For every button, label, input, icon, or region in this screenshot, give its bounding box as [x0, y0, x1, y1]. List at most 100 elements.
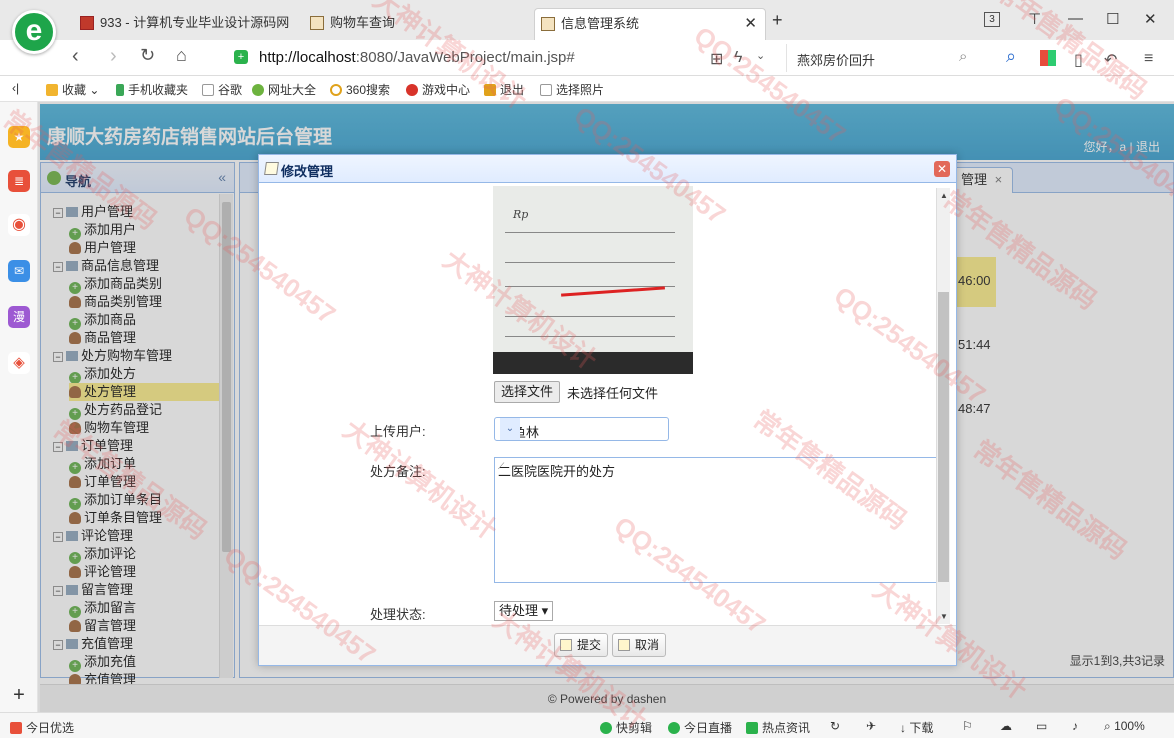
edit-icon [560, 639, 572, 651]
gamepad-icon[interactable]: ◈ [8, 352, 30, 374]
volume-icon[interactable]: ♪ [1072, 719, 1078, 733]
bookmark-favorites[interactable]: 收藏 ⌄ [46, 81, 99, 98]
mail-icon[interactable]: ✉ [8, 260, 30, 282]
browser-tab-active[interactable]: 信息管理系统 ✕ [534, 8, 766, 40]
reload-icon[interactable]: ↻ [140, 45, 155, 66]
status-label: 处理状态: [370, 607, 426, 622]
zoom-icon: ⌕ [1104, 719, 1115, 733]
bookmark-games[interactable]: 游戏中心 [406, 81, 470, 98]
chevron-down-icon[interactable]: ⌄ [756, 49, 765, 62]
status-select[interactable]: 待处理 ▾ [494, 601, 554, 621]
play-icon [600, 722, 612, 734]
prescription-red-mark [561, 286, 665, 297]
tablet-icon[interactable]: ▯ [1074, 50, 1083, 70]
bookmark-google[interactable]: 谷歌 [202, 81, 242, 98]
tab-label: 933 - 计算机专业毕业设计源码网 [100, 15, 290, 30]
status-item-live[interactable]: 今日直播 [668, 719, 732, 736]
dialog-body: Rp 选择文件 未选择任何文件 上传用户: 双鱼林 ⌄ 处方备注: 二医院医院开… [264, 184, 952, 624]
site-favicon-icon [541, 17, 555, 31]
choose-file-button[interactable]: 选择文件 [494, 381, 561, 403]
status-item-news[interactable]: 热点资讯 [746, 719, 810, 736]
browser-logo-icon[interactable]: e [12, 10, 56, 54]
close-tab-icon[interactable]: ✕ [744, 9, 757, 39]
flag-icon[interactable]: ⚐ [962, 719, 973, 733]
lightning-icon[interactable]: ϟ [734, 49, 742, 67]
cloud-icon[interactable]: ☁ [1000, 719, 1012, 733]
secure-shield-icon: + [234, 50, 248, 64]
browser-tab-bar: 933 - 计算机专业毕业设计源码网 购物车查询 信息管理系统 ✕ + 3 ⊤ … [0, 0, 1174, 40]
forward-icon[interactable]: › [110, 45, 117, 68]
url-text: http://localhost:8080/JavaWebProject/mai… [259, 49, 575, 66]
home-icon[interactable]: ⌂ [176, 45, 187, 66]
tab-count-badge[interactable]: 3 [984, 12, 1000, 27]
download-icon: ↓ [900, 721, 910, 735]
note-textarea[interactable]: 二医院医院开的处方 ⟋ [494, 457, 938, 583]
note-label: 处方备注: [370, 464, 426, 479]
scroll-up-icon[interactable]: ▲ [940, 191, 948, 200]
site-favicon-icon [310, 16, 324, 30]
gift-icon [10, 722, 22, 734]
star-icon [46, 84, 58, 96]
qr-icon[interactable]: ⊞ [710, 49, 723, 69]
cancel-button[interactable]: 取消 [612, 633, 667, 657]
chevron-down-icon[interactable]: ⌄ [500, 418, 520, 440]
add-icon[interactable]: + [8, 684, 30, 706]
bookmark-360[interactable]: 360搜索 [330, 81, 390, 98]
maximize-icon[interactable]: ☐ [1106, 10, 1119, 28]
new-tab-icon[interactable]: + [772, 10, 783, 31]
live-icon [668, 722, 680, 734]
search-icon[interactable]: ⌕ [959, 48, 967, 65]
undo-icon[interactable]: ↶ [1104, 50, 1117, 70]
bookmark-mobile[interactable]: 手机收藏夹 [116, 81, 188, 98]
ring-icon [330, 84, 342, 96]
dialog-title: 修改管理 [281, 164, 334, 179]
news-icon[interactable]: ≣ [8, 170, 30, 192]
exit-icon [484, 84, 496, 96]
dialog-close-icon[interactable]: ✕ [934, 161, 950, 177]
favorites-star-icon[interactable]: ★ [8, 126, 30, 148]
prescription-image: Rp [493, 186, 693, 374]
weibo-icon[interactable]: ◉ [8, 214, 30, 236]
browser-status-bar: 今日优选 快剪辑 今日直播 热点资讯 ↻ ✈ ↓ 下载 ⚐ ☁ ▭ ♪ ⌕ 10… [0, 712, 1174, 738]
bookmark-photos[interactable]: 选择照片 [540, 81, 604, 98]
window-close-icon[interactable]: ✕ [1144, 10, 1157, 28]
menu-icon[interactable]: ≡ [1144, 50, 1153, 68]
game-icon [406, 84, 418, 96]
upload-user-label: 上传用户: [370, 424, 426, 439]
search-input[interactable]: 燕郊房价回升 ⌕ [786, 44, 986, 72]
undo-icon [618, 639, 630, 651]
status-item-download[interactable]: ↓ 下载 [900, 719, 933, 736]
search-text: 燕郊房价回升 [797, 53, 876, 68]
browser-sidebar: ★ ≣ ◉ ✉ 漫 ◈ + [0, 102, 38, 712]
shirt-icon[interactable]: ⊤ [1028, 10, 1041, 28]
submit-button[interactable]: 提交 [554, 633, 609, 657]
bookmark-exit[interactable]: 退出 [484, 81, 524, 98]
prescription-handwriting: Rp [513, 208, 529, 221]
bookmark-hao[interactable]: 网址大全 [252, 81, 316, 98]
page-icon [540, 84, 552, 96]
refresh-icon[interactable]: ↻ [830, 719, 840, 733]
screen-icon[interactable]: ▭ [1036, 719, 1047, 733]
file-status-text: 未选择任何文件 [567, 386, 659, 401]
pin-icon[interactable]: ✈ [866, 719, 876, 733]
dialog-scrollbar[interactable]: ▲ ▼ [936, 188, 950, 624]
minimize-icon[interactable]: — [1068, 10, 1083, 27]
news-icon [746, 722, 758, 734]
upload-user-select[interactable]: 双鱼林 ⌄ [494, 417, 669, 441]
edit-dialog: 修改管理 ✕ Rp 选择文件 未选择任何文件 上传用户: 双鱼林 ⌄ 处方备注:… [258, 154, 957, 666]
url-input[interactable]: + http://localhost:8080/JavaWebProject/m… [226, 44, 786, 72]
scroll-down-icon[interactable]: ▼ [940, 612, 948, 621]
browser-tab-1[interactable]: 933 - 计算机专业毕业设计源码网 [74, 8, 304, 40]
globe-icon [252, 84, 264, 96]
magnifier-icon[interactable]: ⌕ [1006, 46, 1016, 67]
comic-icon[interactable]: 漫 [8, 306, 30, 328]
today-picks[interactable]: 今日优选 [10, 719, 74, 736]
dialog-header: 修改管理 ✕ [259, 155, 956, 183]
back-icon[interactable]: ‹ [72, 45, 79, 68]
status-item-clip[interactable]: 快剪辑 [600, 719, 652, 736]
bookmarks-toggle-icon[interactable]: ‹| [12, 81, 19, 95]
apps-icon[interactable] [1040, 50, 1056, 66]
zoom-level[interactable]: ⌕ 100% [1104, 719, 1145, 734]
browser-tab-2[interactable]: 购物车查询 [304, 8, 530, 40]
resize-grip-icon[interactable]: ⟋ [498, 461, 936, 581]
